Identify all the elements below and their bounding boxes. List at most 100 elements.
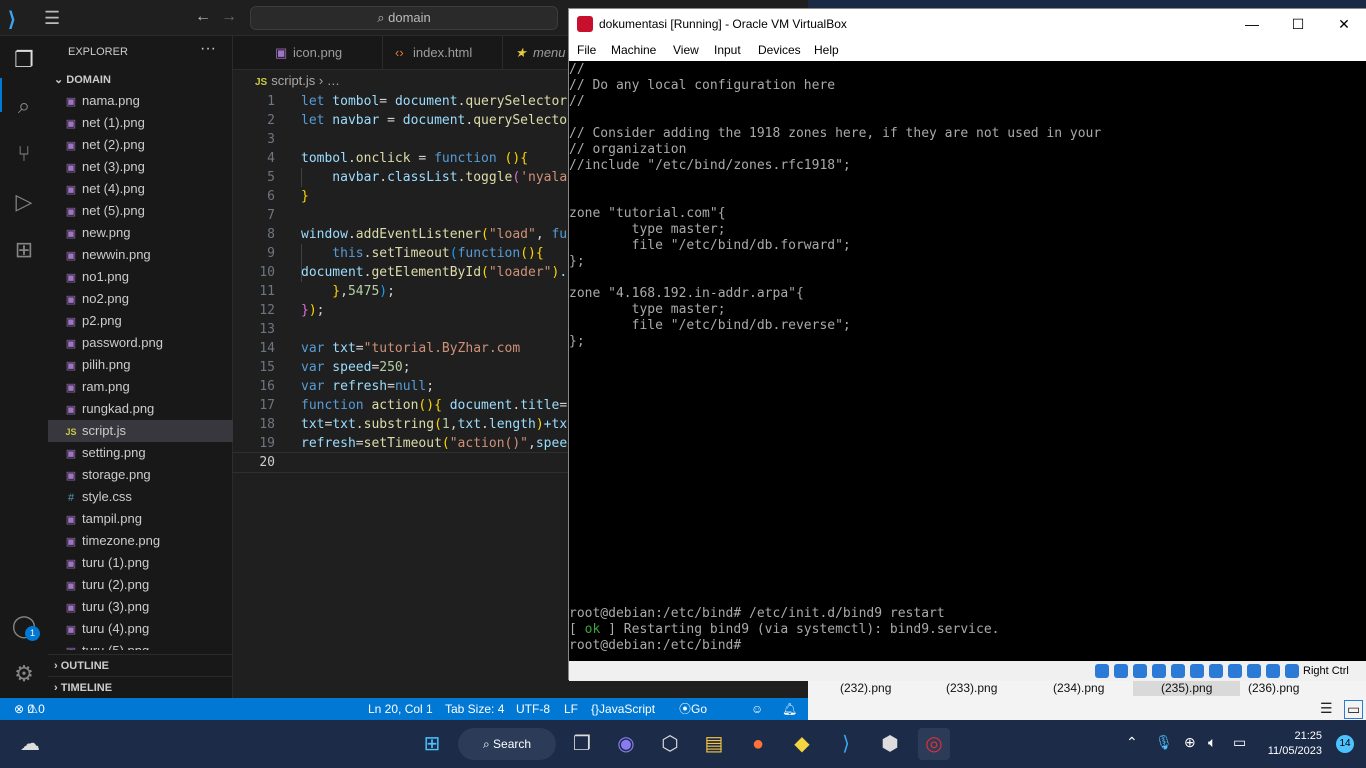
file-thumbnail-label[interactable]: (232).png	[840, 680, 891, 696]
file-item[interactable]: ▣ turu (5).png	[48, 640, 233, 650]
tab-icon-png[interactable]: ▣ icon.png	[263, 36, 383, 70]
feedback-icon[interactable]: ☺	[751, 698, 763, 720]
notifications-bell-icon[interactable]: 🔔︎	[782, 698, 797, 720]
task-view-icon[interactable]: ❐	[566, 728, 598, 760]
file-item[interactable]: ▣ no1.png	[48, 266, 233, 288]
hamburger-menu-icon[interactable]: ☰	[44, 8, 60, 29]
language-mode[interactable]: {} JavaScript	[591, 698, 655, 720]
file-item[interactable]: ▣ storage.png	[48, 464, 233, 486]
problems-indicator[interactable]: ⊗ 0 ⚠ 0	[14, 698, 45, 720]
file-item[interactable]: ▣ no2.png	[48, 288, 233, 310]
notification-count[interactable]: 14	[1336, 735, 1354, 753]
close-button[interactable]: ✕	[1321, 9, 1366, 39]
audio-icon[interactable]	[1133, 664, 1147, 678]
file-item[interactable]: ▣ new.png	[48, 222, 233, 244]
timeline-section[interactable]: › TIMELINE	[48, 676, 233, 698]
terminal-line: zone "tutorial.com"{	[569, 206, 726, 221]
microphone-icon[interactable]: 🎙︎	[1155, 734, 1173, 751]
file-explorer-icon[interactable]: ▤	[698, 728, 730, 760]
virtualbox-taskbar-icon[interactable]: ⬢	[874, 728, 906, 760]
extensions-icon[interactable]: ⊞	[10, 236, 38, 264]
network-icon[interactable]: ⊕	[1184, 734, 1196, 751]
go-live-button[interactable]: ⦿ Go Live	[679, 698, 713, 738]
line-ending[interactable]: LF	[564, 698, 578, 720]
tiles-view-icon[interactable]: ▭	[1344, 700, 1364, 719]
menu-machine[interactable]: Machine	[611, 39, 656, 61]
taskbar-search[interactable]: ⌕ Search	[458, 728, 556, 760]
display-icon[interactable]	[1209, 664, 1223, 678]
more-actions-icon[interactable]: ···	[200, 40, 216, 58]
start-button-icon[interactable]: ⊞	[416, 728, 448, 760]
tab-index-html[interactable]: ‹› index.html	[383, 36, 503, 70]
search-icon[interactable]: ⌕	[10, 92, 38, 120]
forward-arrow-icon[interactable]: →	[221, 8, 237, 26]
breadcrumb[interactable]: JS script.js › …	[255, 73, 340, 88]
file-thumbnail-label[interactable]: (234).png	[1053, 680, 1104, 696]
firefox-icon[interactable]: ●	[742, 728, 774, 760]
folder-domain[interactable]: ⌄ DOMAIN	[48, 69, 233, 91]
battery-icon[interactable]: ▭	[1233, 734, 1246, 751]
minimize-button[interactable]: —	[1229, 9, 1275, 39]
maximize-button[interactable]: ☐	[1275, 9, 1321, 39]
file-item[interactable]: ▣ net (1).png	[48, 112, 233, 134]
file-item[interactable]: ▣ nama.png	[48, 90, 233, 112]
app-icon[interactable]: ⬡	[654, 728, 686, 760]
guest-additions-icon[interactable]	[1266, 664, 1280, 678]
clock[interactable]: 21:25 11/05/2023	[1268, 729, 1322, 759]
menu-help[interactable]: Help	[814, 39, 839, 61]
menu-devices[interactable]: Devices	[758, 39, 801, 61]
source-control-icon[interactable]: ⑂	[10, 140, 38, 168]
file-item[interactable]: # style.css	[48, 486, 233, 508]
file-item[interactable]: ▣ p2.png	[48, 310, 233, 332]
explorer-icon[interactable]: ❐	[10, 46, 38, 74]
vscode-taskbar-icon[interactable]: ⟩	[830, 728, 862, 760]
file-item[interactable]: ▣ net (2).png	[48, 134, 233, 156]
weather-widget-icon[interactable]: ☁	[14, 728, 46, 760]
mouse-integration-icon[interactable]	[1285, 664, 1299, 678]
file-item[interactable]: ▣ turu (1).png	[48, 552, 233, 574]
file-thumbnail-label[interactable]: (233).png	[946, 680, 997, 696]
settings-gear-icon[interactable]: ⚙	[10, 660, 38, 688]
shared-folder-icon[interactable]	[1190, 664, 1204, 678]
file-item[interactable]: ▣ timezone.png	[48, 530, 233, 552]
volume-icon[interactable]: 🔈︎	[1208, 734, 1216, 751]
file-item[interactable]: JS script.js	[48, 420, 233, 442]
file-item[interactable]: ▣ net (4).png	[48, 178, 233, 200]
file-item[interactable]: ▣ tampil.png	[48, 508, 233, 530]
encoding[interactable]: UTF-8	[516, 698, 550, 720]
tray-overflow-icon[interactable]: ⌃	[1126, 734, 1138, 751]
file-item[interactable]: ▣ turu (3).png	[48, 596, 233, 618]
run-debug-icon[interactable]: ▷	[10, 188, 38, 216]
hard-disk-icon[interactable]	[1095, 664, 1109, 678]
tab-size[interactable]: Tab Size: 4	[445, 698, 504, 720]
chat-icon[interactable]: ◉	[610, 728, 642, 760]
file-thumbnail-label[interactable]: (235).png	[1133, 680, 1241, 696]
menu-view[interactable]: View	[673, 39, 699, 61]
vm-terminal-screen[interactable]: //// Do any local configuration here// //…	[569, 61, 1366, 661]
menu-file[interactable]: File	[577, 39, 596, 61]
file-item[interactable]: ▣ setting.png	[48, 442, 233, 464]
menu-input[interactable]: Input	[714, 39, 741, 61]
file-item[interactable]: ▣ newwin.png	[48, 244, 233, 266]
back-arrow-icon[interactable]: ←	[195, 8, 211, 26]
file-item[interactable]: ▣ ram.png	[48, 376, 233, 398]
file-item[interactable]: ▣ pilih.png	[48, 354, 233, 376]
recording-icon[interactable]	[1228, 664, 1242, 678]
file-item[interactable]: ▣ net (5).png	[48, 200, 233, 222]
file-item[interactable]: ▣ turu (4).png	[48, 618, 233, 640]
file-thumbnail-label[interactable]: (236).png	[1248, 680, 1299, 696]
network-icon[interactable]	[1152, 664, 1166, 678]
file-item[interactable]: ▣ rungkad.png	[48, 398, 233, 420]
file-item[interactable]: ▣ net (3).png	[48, 156, 233, 178]
command-center-search[interactable]: ⌕ domain	[250, 6, 558, 30]
optical-drive-icon[interactable]	[1114, 664, 1128, 678]
usb-icon[interactable]	[1171, 664, 1185, 678]
debian-vm-taskbar-icon[interactable]: ◎	[918, 728, 950, 760]
cpu-icon[interactable]	[1247, 664, 1261, 678]
cursor-position[interactable]: Ln 20, Col 1	[368, 698, 433, 720]
python-icon[interactable]: ◆	[786, 728, 818, 760]
file-item[interactable]: ▣ password.png	[48, 332, 233, 354]
file-item[interactable]: ▣ turu (2).png	[48, 574, 233, 596]
details-view-icon[interactable]: ☰	[1320, 700, 1333, 717]
outline-section[interactable]: › OUTLINE	[48, 654, 233, 676]
